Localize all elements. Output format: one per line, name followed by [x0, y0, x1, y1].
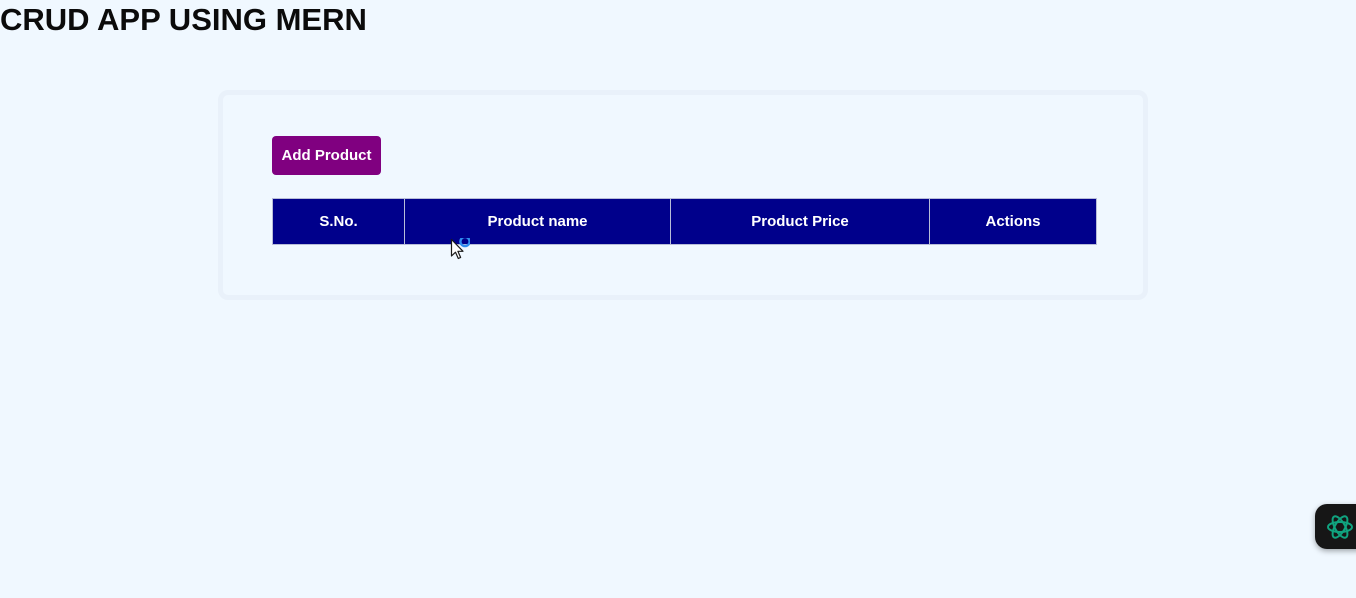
openai-assistant-button[interactable] — [1315, 504, 1356, 549]
products-card: Add Product S.No. Product name Product P… — [218, 90, 1148, 300]
column-header-actions: Actions — [929, 198, 1097, 245]
page-title: CRUD APP USING MERN — [0, 2, 367, 37]
add-product-button[interactable]: Add Product — [272, 136, 381, 175]
products-table: S.No. Product name Product Price Actions — [272, 198, 1097, 245]
column-header-product-name: Product name — [404, 198, 671, 245]
mouse-cursor-icon — [450, 238, 470, 260]
column-header-product-price: Product Price — [670, 198, 930, 245]
table-header-row: S.No. Product name Product Price Actions — [272, 198, 1097, 245]
column-header-sno: S.No. — [272, 198, 405, 245]
openai-icon — [1327, 514, 1353, 539]
